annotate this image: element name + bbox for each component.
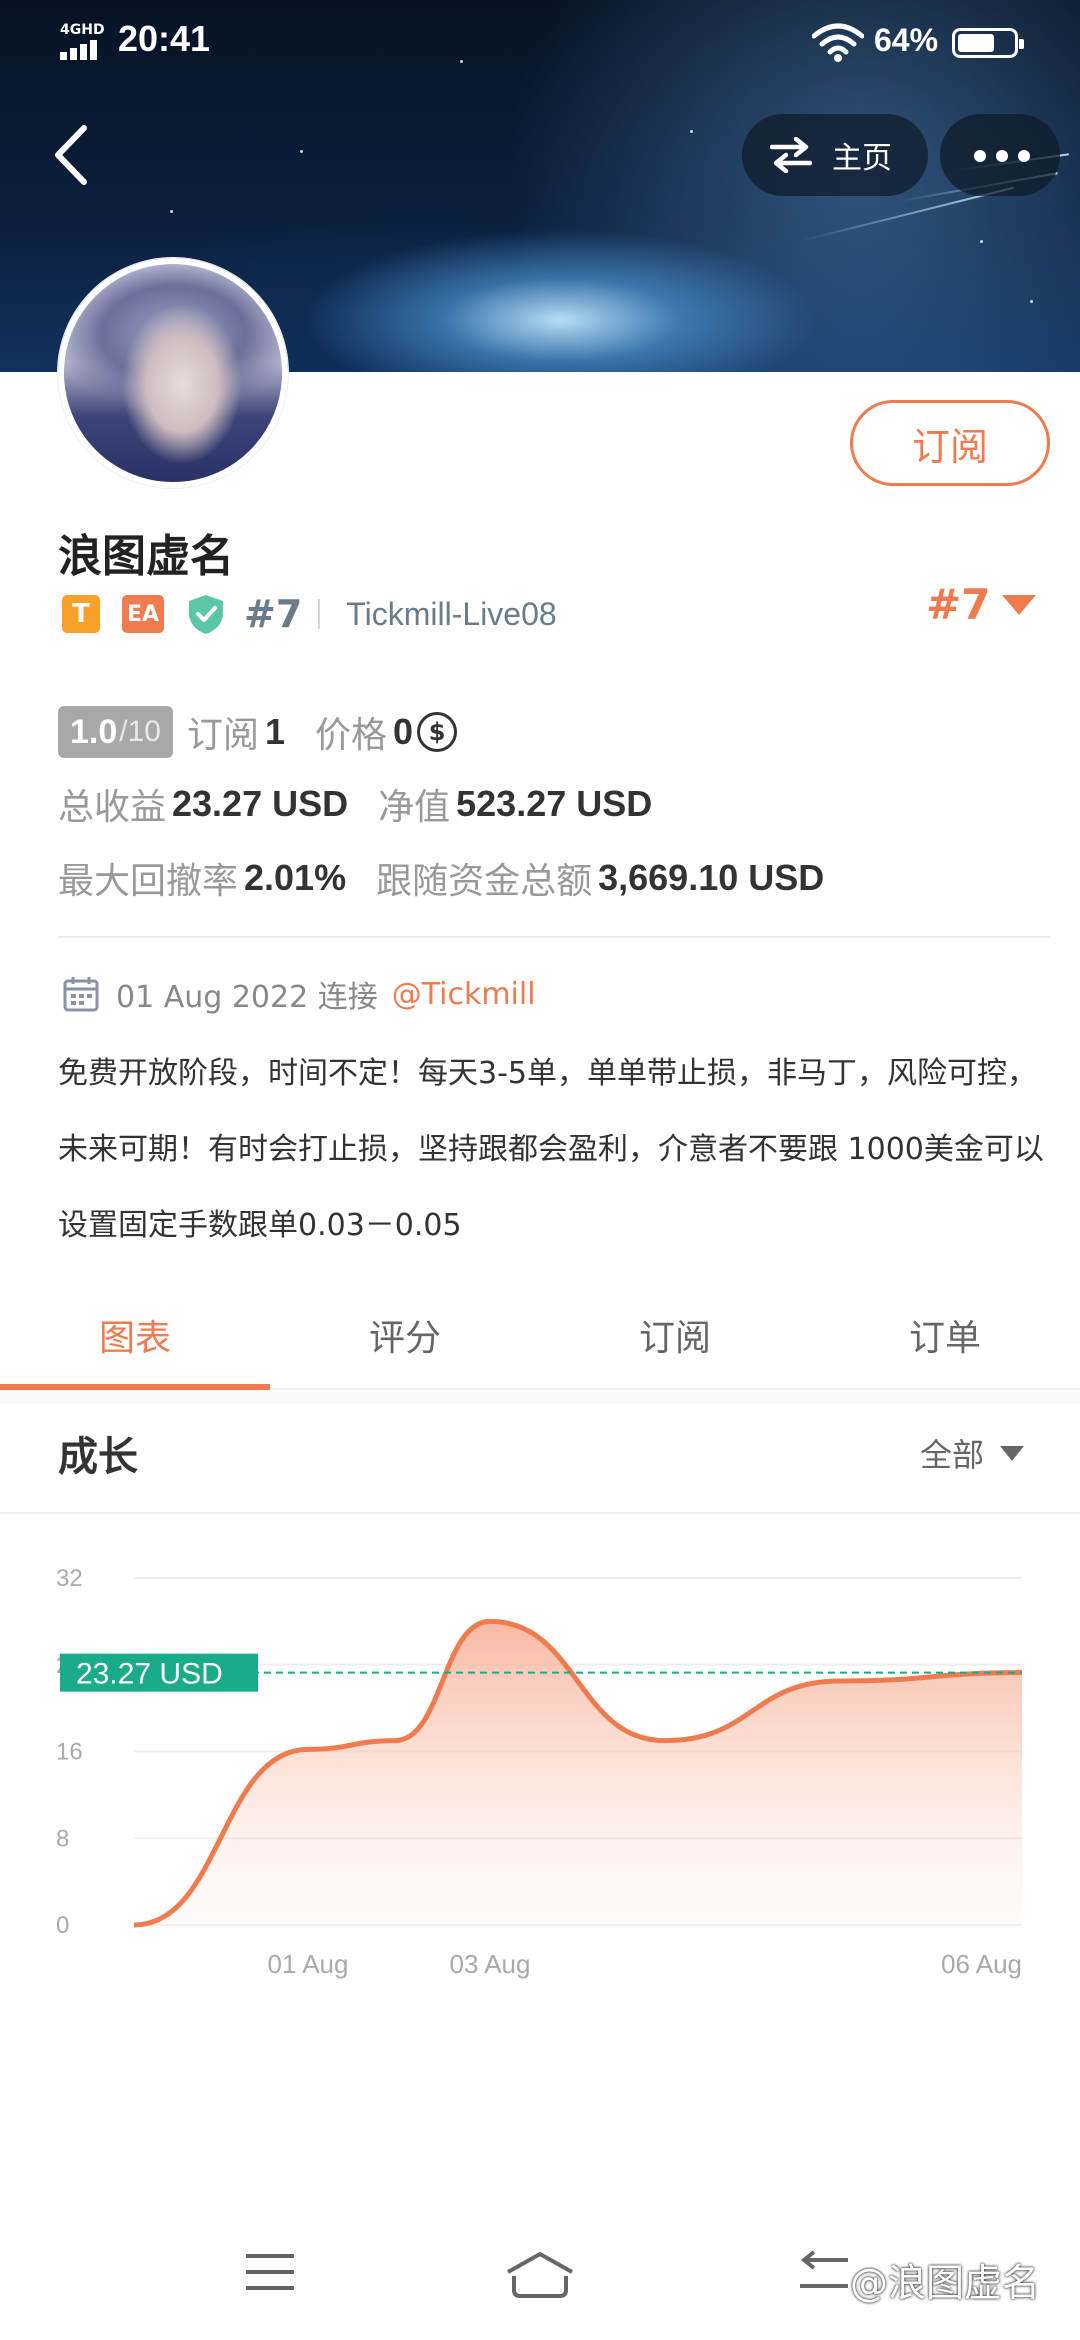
shield-check-icon [189,595,223,634]
growth-area [134,1621,1022,1925]
star [980,240,983,243]
broker-link[interactable]: @Tickmill [392,977,536,1012]
total-profit-label: 总收益 [58,787,167,828]
battery-percent: 64% [874,22,939,58]
max-drawdown-label: 最大回撤率 [58,861,239,902]
calendar-icon [63,977,99,1012]
home-button[interactable]: 主页 [742,114,928,196]
tab-orders[interactable]: 订单 [810,1282,1080,1388]
x-tick-label: 06 Aug [941,1949,1022,1979]
follow-funds-label: 跟随资金总额 [376,861,593,902]
x-tick-label: 03 Aug [450,1949,531,1979]
star [300,150,303,153]
star [170,210,173,213]
range-filter[interactable]: 全部 [920,1430,1025,1476]
profile-name: 浪图虚名 [58,531,234,582]
tag-ea-badge: EA [122,595,164,633]
caret-down-icon [1000,1445,1025,1461]
battery-icon [952,28,1024,58]
tab-rating[interactable]: 评分 [270,1282,540,1388]
connection-info: 01 Aug 2022 连接 @Tickmill [62,972,536,1016]
rank-dropdown[interactable]: #7 [926,580,1037,629]
max-drawdown-value: 2.01% [244,857,347,898]
stats-row-1: 1.0/10 订阅 1 价格 0 $ [58,706,458,758]
growth-title: 成长 [58,1434,138,1480]
clock: 20:41 [118,18,211,59]
signal-icon [60,38,106,60]
watermark: @浪图虚名 [850,2261,1041,2305]
total-profit-value: 23.27 USD [172,783,349,824]
more-button[interactable] [940,114,1060,196]
tag-t-badge: T [62,595,100,633]
price-label: 价格 [315,715,388,756]
star [1030,300,1033,303]
status-bar: 4GHD 20:41 64% [0,0,1080,80]
avatar[interactable] [58,258,288,488]
growth-chart: 08162432 23.27 USD 01 Aug03 Aug06 Aug [56,1565,1023,1979]
tag-row: T EA #7 Tickmill-Live08 [62,592,557,636]
divider [58,936,1050,938]
price-value: 0 [393,711,414,752]
equity-value: 523.27 USD [456,783,653,824]
tab-bar: 图表 评分 订阅 订单 [0,1282,1080,1390]
wifi-icon [812,23,864,62]
home-icon[interactable] [504,2250,576,2300]
strategy-description: 免费开放阶段，时间不定！每天3-5单，单单带止损，非马丁，风险可控，未来可期！有… [58,1056,1044,1243]
subscriptions-value: 1 [265,711,286,752]
stats-row-3: 最大回撤率 2.01% 跟随资金总额 3,669.10 USD [58,852,824,904]
network-type: 4GHD [60,22,105,38]
home-label: 主页 [832,141,892,176]
y-tick-label: 16 [56,1739,83,1766]
switch-icon [770,137,812,173]
current-value-label: 23.27 USD [76,1658,223,1691]
broker-name: Tickmill-Live08 [346,595,557,632]
score-value: 1.0 [70,712,118,751]
range-filter-label: 全部 [920,1436,985,1474]
x-tick-label: 01 Aug [268,1949,349,1979]
section-spacer [0,1392,1080,1404]
follow-funds-value: 3,669.10 USD [598,857,825,898]
y-tick-label: 32 [56,1565,83,1592]
caret-down-icon [1002,594,1037,615]
connection-date: 01 Aug 2022 连接 [116,980,378,1015]
rank-value: #7 [926,580,991,629]
y-tick-label: 8 [56,1825,69,1852]
subscriptions-label: 订阅 [186,715,259,756]
tab-subscribe[interactable]: 订阅 [540,1282,810,1388]
back-nav-icon[interactable] [796,2250,852,2294]
menu-icon[interactable] [244,2250,296,2294]
y-tick-label: 0 [56,1912,69,1939]
rank-label: #7 [244,592,303,636]
score-badge: 1.0/10 [58,706,173,758]
stats-row-2: 总收益 23.27 USD 净值 523.27 USD [58,778,652,830]
divider [318,599,321,629]
more-icon [974,150,986,162]
score-denominator: /10 [119,715,161,748]
equity-label: 净值 [378,787,451,828]
divider [0,1512,1080,1514]
coin-icon: $ [417,712,458,752]
back-icon[interactable] [50,122,94,188]
tab-chart[interactable]: 图表 [0,1282,270,1390]
star [690,130,693,133]
subscribe-button[interactable]: 订阅 [850,400,1050,486]
